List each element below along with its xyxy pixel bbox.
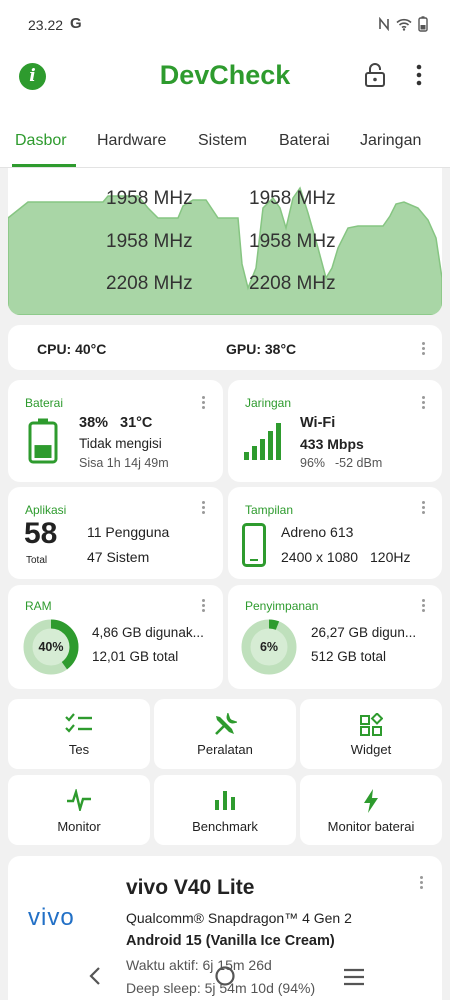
ram-tile[interactable]: RAM 40% 4,86 GB digunak... 12,01 GB tota…	[8, 585, 223, 689]
ram-percent: 40%	[38, 640, 64, 654]
apps-more-icon[interactable]	[202, 501, 206, 516]
device-more-icon[interactable]	[420, 876, 424, 891]
storage-tile[interactable]: Penyimpanan 6% 26,27 GB digun... 512 GB …	[228, 585, 442, 689]
storage-used: 26,27 GB digun...	[311, 625, 417, 640]
monitor-label: Monitor	[57, 819, 101, 834]
ram-more-icon[interactable]	[202, 599, 206, 614]
signal-strength-icon	[244, 423, 281, 460]
battery-monitor-label: Monitor baterai	[327, 819, 415, 834]
display-gpu: Adreno 613	[281, 524, 354, 540]
tests-label: Tes	[68, 742, 90, 757]
checklist-icon	[65, 713, 92, 733]
pulse-icon	[67, 789, 91, 811]
storage-title: Penyimpanan	[245, 599, 319, 613]
device-soc: Qualcomm® Snapdragon™ 4 Gen 2	[126, 910, 352, 926]
network-signal: -52 dBm	[335, 456, 383, 470]
back-icon[interactable]	[88, 966, 102, 986]
cpu-freq-core-3: 1958 MHz	[106, 231, 193, 252]
bar-chart-icon	[215, 791, 235, 810]
temperature-more-icon[interactable]	[422, 342, 426, 357]
cpu-freq-core-5: 2208 MHz	[106, 273, 193, 294]
battery-title: Baterai	[25, 396, 64, 410]
lock-icon[interactable]	[364, 62, 386, 88]
benchmark-label: Benchmark	[192, 819, 258, 834]
display-title: Tampilan	[245, 503, 294, 517]
navigation-bar	[0, 946, 450, 1000]
google-icon: G	[70, 15, 82, 32]
tests-button[interactable]: Tes	[8, 699, 150, 769]
wifi-icon	[396, 18, 412, 31]
battery-status: Tidak mengisi	[79, 436, 162, 451]
ram-used: 4,86 GB digunak...	[92, 625, 204, 640]
apps-users: 11 Pengguna	[87, 524, 170, 540]
battery-level: 38%	[79, 415, 109, 431]
ram-title: RAM	[25, 599, 52, 613]
ram-total: 12,01 GB total	[92, 649, 179, 664]
cpu-freq-core-4: 1958 MHz	[249, 231, 336, 252]
tab-hardware[interactable]: Hardware	[97, 132, 166, 150]
monitor-button[interactable]: Monitor	[8, 775, 150, 845]
bolt-icon	[364, 789, 378, 813]
tab-dasbor[interactable]: Dasbor	[15, 132, 67, 150]
nfc-icon	[379, 17, 389, 31]
system-icons	[378, 16, 428, 32]
battery-tile[interactable]: Baterai 38% 31°C Tidak mengisi Sisa 1h 1…	[8, 380, 223, 482]
widget-label: Widget	[350, 742, 392, 757]
device-model: vivo V40 Lite	[126, 876, 255, 899]
battery-icon	[28, 418, 58, 464]
display-refresh: 120Hz	[370, 549, 411, 565]
widget-button[interactable]: Widget	[300, 699, 442, 769]
vivo-logo: vivo	[28, 904, 75, 931]
apps-count: 58	[24, 517, 58, 550]
temperature-card[interactable]: CPU: 40°C GPU: 38°C	[8, 325, 442, 370]
battery-more-icon[interactable]	[202, 396, 206, 411]
tab-baterai[interactable]: Baterai	[279, 132, 330, 150]
tools-button[interactable]: Peralatan	[154, 699, 296, 769]
battery-remaining: Sisa 1h 14j 49m	[79, 456, 169, 470]
display-resolution: 2400 x 1080	[281, 549, 359, 565]
storage-more-icon[interactable]	[422, 599, 426, 614]
display-tile[interactable]: Tampilan Adreno 613 2400 x 1080 120Hz	[228, 487, 442, 579]
network-more-icon[interactable]	[422, 396, 426, 411]
battery-monitor-button[interactable]: Monitor baterai	[300, 775, 442, 845]
tab-indicator	[12, 164, 76, 167]
tab-bar: Dasbor Hardware Sistem Baterai Jaringan	[0, 110, 450, 168]
battery-status-icon	[418, 16, 428, 32]
apps-count-label: Total	[26, 555, 48, 566]
apps-system: 47 Sistem	[87, 549, 150, 565]
apps-title: Aplikasi	[25, 503, 67, 517]
home-icon[interactable]	[214, 965, 236, 987]
storage-percent: 6%	[259, 640, 279, 654]
more-options-icon[interactable]	[416, 64, 422, 86]
cpu-freq-core-6: 2208 MHz	[249, 273, 336, 294]
network-title: Jaringan	[245, 396, 292, 410]
app-bar: i DevCheck	[0, 50, 450, 110]
tools-label: Peralatan	[197, 742, 253, 757]
phone-display-icon	[242, 523, 266, 567]
battery-temp: 31°C	[120, 415, 153, 431]
widgets-icon	[360, 713, 383, 736]
status-bar: 23.22 G	[0, 0, 450, 50]
network-type: Wi-Fi	[300, 415, 336, 431]
tools-icon	[215, 713, 237, 735]
recents-icon[interactable]	[343, 968, 365, 986]
tab-jaringan[interactable]: Jaringan	[360, 132, 421, 150]
status-time: 23.22	[28, 17, 64, 33]
cpu-temp: CPU: 40°C	[37, 341, 107, 357]
cpu-frequency-graph	[8, 186, 442, 315]
gpu-temp: GPU: 38°C	[226, 341, 297, 357]
apps-tile[interactable]: Aplikasi 58 Total 11 Pengguna 47 Sistem	[8, 487, 223, 579]
network-quality: 96%	[300, 456, 326, 470]
cpu-frequency-card[interactable]: 1958 MHz 1958 MHz 1958 MHz 1958 MHz 2208…	[8, 168, 442, 315]
tab-sistem[interactable]: Sistem	[198, 132, 247, 150]
benchmark-button[interactable]: Benchmark	[154, 775, 296, 845]
cpu-freq-core-1: 1958 MHz	[106, 188, 193, 209]
cpu-freq-core-2: 1958 MHz	[249, 188, 336, 209]
storage-total: 512 GB total	[311, 649, 387, 664]
network-speed: 433 Mbps	[300, 436, 364, 452]
network-tile[interactable]: Jaringan Wi-Fi 433 Mbps 96% -52 dBm	[228, 380, 442, 482]
display-more-icon[interactable]	[422, 501, 426, 516]
